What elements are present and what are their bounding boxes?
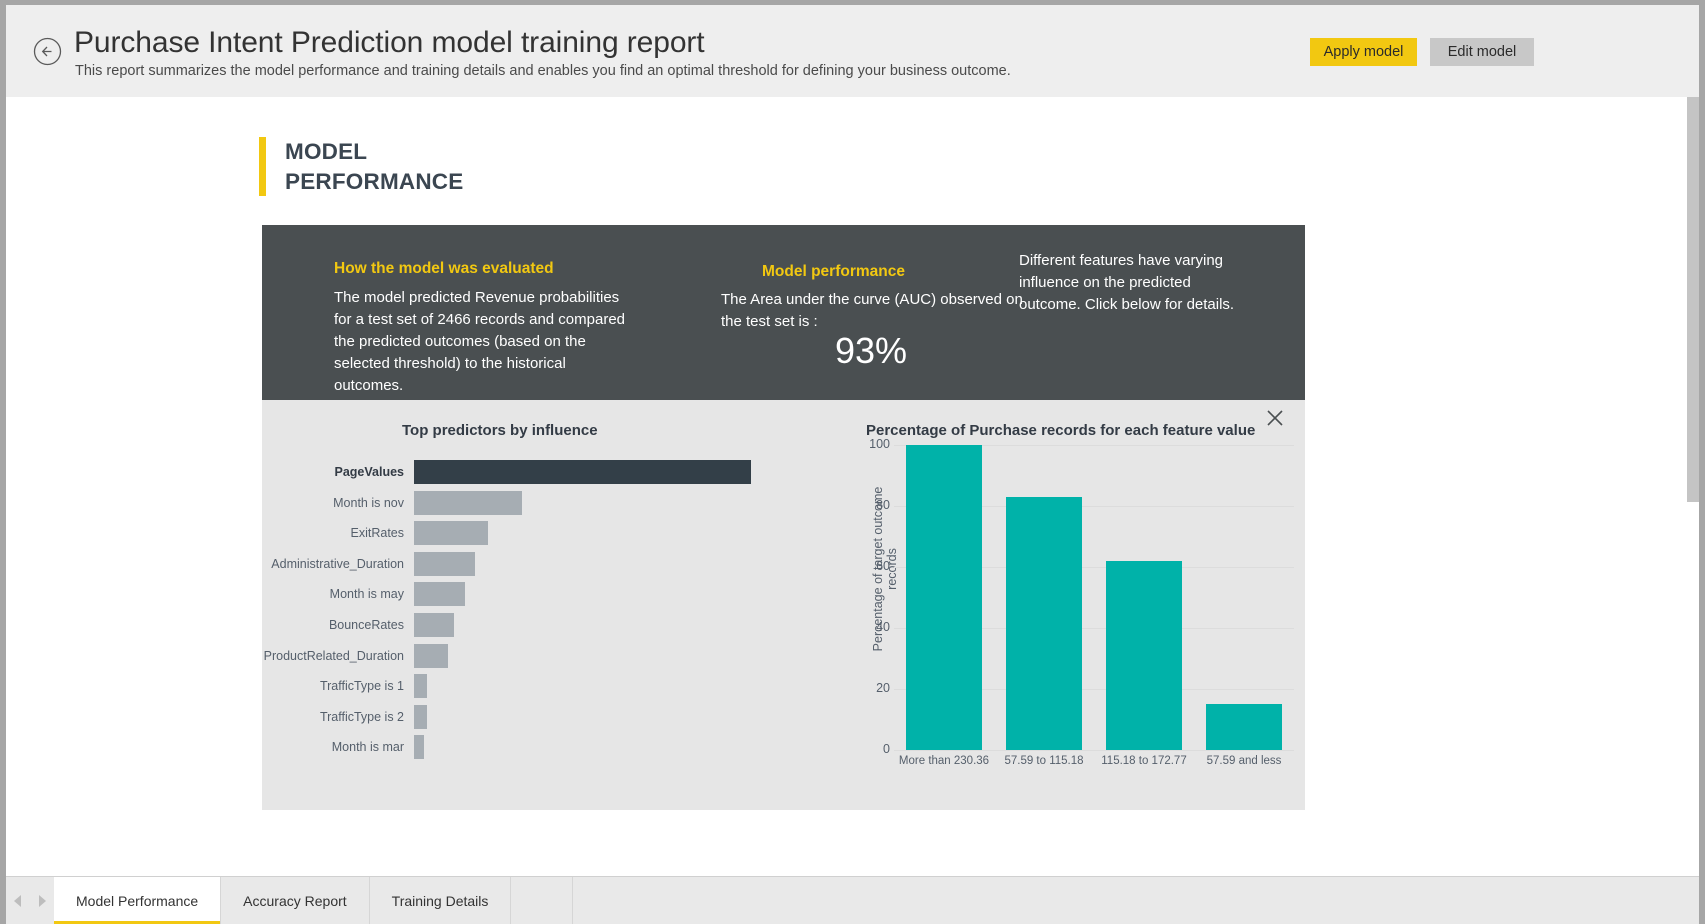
section-title-line1: MODEL <box>285 137 463 167</box>
page-title: Purchase Intent Prediction model trainin… <box>74 26 705 60</box>
report-window: Purchase Intent Prediction model trainin… <box>0 0 1705 924</box>
tab-model-performance[interactable]: Model Performance <box>54 877 221 924</box>
section-title-line2: PERFORMANCE <box>285 167 463 197</box>
predictor-label: ExitRates <box>262 526 414 540</box>
y-axis-tick: 20 <box>850 681 890 695</box>
report-canvas: MODEL PERFORMANCE How the model was eval… <box>6 97 1699 869</box>
performance-text: The Area under the curve (AUC) observed … <box>721 289 1041 333</box>
predictor-bar[interactable] <box>414 735 424 759</box>
vertical-scrollbar[interactable] <box>1687 97 1699 869</box>
feature-value-bar[interactable] <box>1106 561 1182 750</box>
model-summary-panel: How the model was evaluated The model pr… <box>262 225 1305 400</box>
x-axis-tick: More than 230.36 <box>894 755 994 767</box>
y-axis-tick: 100 <box>850 437 890 451</box>
y-axis-tick: 60 <box>850 559 890 573</box>
y-axis-tick: 0 <box>850 742 890 756</box>
predictor-label: TrafficType is 1 <box>262 679 414 693</box>
predictor-label: ProductRelated_Duration <box>262 649 414 663</box>
predictor-bar-row[interactable]: PageValues <box>262 460 751 484</box>
grid-line <box>894 750 1294 751</box>
chevron-left-icon[interactable] <box>14 895 21 907</box>
predictor-label: Month is nov <box>262 496 414 510</box>
predictor-label: Month is may <box>262 587 414 601</box>
scrollbar-thumb[interactable] <box>1687 97 1699 502</box>
predictor-bar-row[interactable]: Month is nov <box>262 491 522 515</box>
predictor-bar[interactable] <box>414 460 751 484</box>
tab-accuracy-report[interactable]: Accuracy Report <box>221 877 369 924</box>
feature-value-chart: Percentage of Purchase records for each … <box>840 400 1305 810</box>
x-axis-labels: More than 230.3657.59 to 115.18115.18 to… <box>894 755 1294 767</box>
feature-value-bar[interactable] <box>1006 497 1082 750</box>
y-axis-tick: 80 <box>850 498 890 512</box>
predictor-label: BounceRates <box>262 618 414 632</box>
predictor-label: Administrative_Duration <box>262 557 414 571</box>
predictor-bar-row[interactable]: ExitRates <box>262 521 488 545</box>
predictor-bar-row[interactable]: ProductRelated_Duration <box>262 644 448 668</box>
feature-value-bar-cell[interactable] <box>1094 445 1194 750</box>
feature-value-bar[interactable] <box>906 445 982 750</box>
feature-value-bar-cell[interactable] <box>994 445 1094 750</box>
auc-value: 93% <box>721 330 1021 372</box>
predictor-bar[interactable] <box>414 552 475 576</box>
top-predictors-panel: Top predictors by influence PageValues Mo… <box>262 400 1305 810</box>
tab-bar-filler <box>511 877 573 924</box>
accent-bar <box>259 137 266 196</box>
feature-value-bar-cell[interactable] <box>894 445 994 750</box>
back-arrow-icon[interactable] <box>33 37 62 66</box>
x-axis-tick: 115.18 to 172.77 <box>1094 755 1194 767</box>
predictors-text: Different features have varying influenc… <box>1019 250 1244 316</box>
performance-heading: Model performance <box>762 263 905 281</box>
chevron-right-icon[interactable] <box>39 895 46 907</box>
chart-title-predictors: Top predictors by influence <box>402 422 598 439</box>
predictor-bar[interactable] <box>414 644 448 668</box>
chart-title-feature-values: Percentage of Purchase records for each … <box>866 422 1255 439</box>
feature-value-bar-cell[interactable] <box>1194 445 1294 750</box>
tab-training-details[interactable]: Training Details <box>370 877 512 924</box>
top-predictors-chart: Top predictors by influence PageValues Mo… <box>262 400 782 810</box>
predictor-bar[interactable] <box>414 674 427 698</box>
predictor-bar[interactable] <box>414 582 465 606</box>
section-heading: MODEL PERFORMANCE <box>259 137 463 197</box>
predictor-label: PageValues <box>262 465 414 479</box>
apply-model-button[interactable]: Apply model <box>1310 38 1417 66</box>
predictor-label: Month is mar <box>262 740 414 754</box>
predictor-bar[interactable] <box>414 491 522 515</box>
x-axis-tick: 57.59 and less <box>1194 755 1294 767</box>
predictor-bar-row[interactable]: TrafficType is 1 <box>262 674 427 698</box>
evaluation-text: The model predicted Revenue probabilitie… <box>334 287 634 397</box>
predictor-bar-row[interactable]: BounceRates <box>262 613 454 637</box>
predictor-label: TrafficType is 2 <box>262 710 414 724</box>
predictor-bar-row[interactable]: Month is may <box>262 582 465 606</box>
predictor-bar-row[interactable]: Month is mar <box>262 735 424 759</box>
feature-value-bar[interactable] <box>1206 704 1282 750</box>
tab-scroll-arrows <box>6 877 54 924</box>
report-header: Purchase Intent Prediction model trainin… <box>6 5 1699 97</box>
x-axis-tick: 57.59 to 115.18 <box>994 755 1094 767</box>
predictor-bar[interactable] <box>414 705 427 729</box>
page-subtitle: This report summarizes the model perform… <box>75 63 1011 79</box>
predictor-bar-row[interactable]: TrafficType is 2 <box>262 705 427 729</box>
plot-area <box>894 445 1294 750</box>
edit-model-button[interactable]: Edit model <box>1430 38 1534 66</box>
evaluation-heading: How the model was evaluated <box>334 260 554 278</box>
predictor-bar[interactable] <box>414 613 454 637</box>
page-tab-bar: Model PerformanceAccuracy ReportTraining… <box>6 876 1699 924</box>
predictor-bar[interactable] <box>414 521 488 545</box>
y-axis-tick: 40 <box>850 620 890 634</box>
predictor-bar-row[interactable]: Administrative_Duration <box>262 552 475 576</box>
